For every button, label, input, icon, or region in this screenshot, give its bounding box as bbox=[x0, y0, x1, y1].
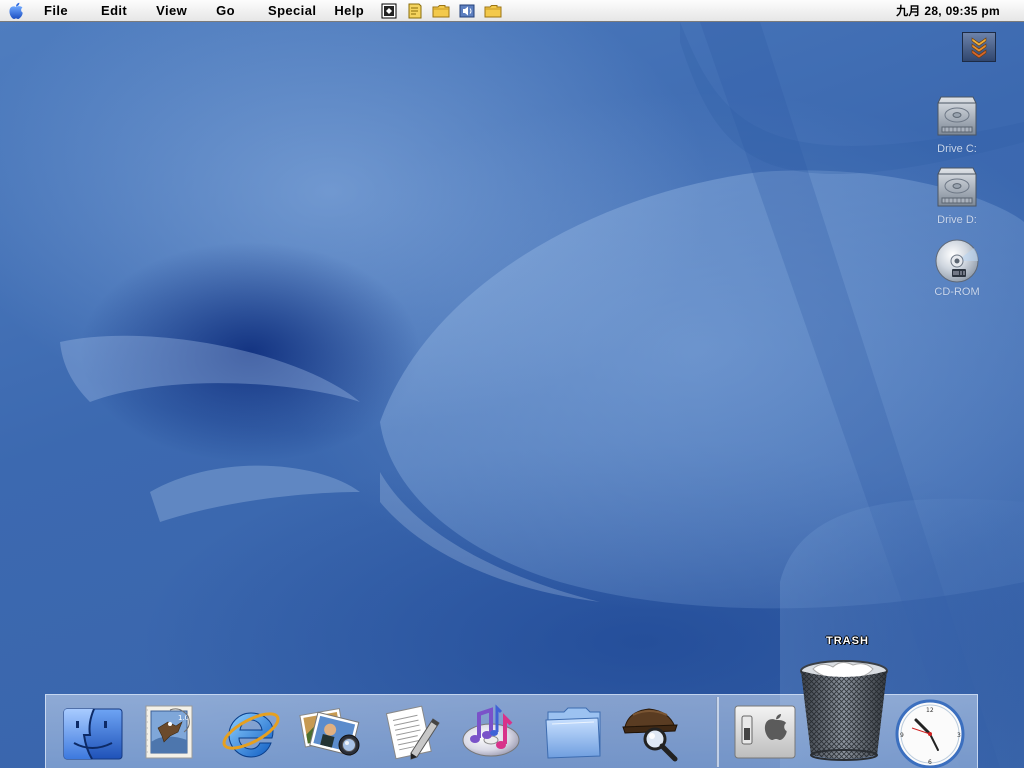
dock-item-itunes[interactable] bbox=[460, 696, 526, 764]
dock-item-internet-explorer[interactable] bbox=[218, 700, 284, 764]
sound-icon[interactable] bbox=[458, 2, 476, 20]
dock-item-text-editor[interactable] bbox=[380, 700, 446, 764]
menu-edit[interactable]: Edit bbox=[101, 0, 127, 22]
menu-clock[interactable]: 九月 28, 09:35 pm bbox=[896, 0, 1000, 22]
menu-help[interactable]: Help bbox=[334, 0, 364, 22]
sherlock-hat-icon bbox=[622, 708, 678, 762]
folder-icon[interactable] bbox=[484, 2, 502, 20]
desktop-icon-label: CD-ROM bbox=[934, 286, 980, 298]
dock-item-sherlock[interactable] bbox=[618, 700, 684, 764]
dock-item-mail[interactable]: 1.0 bbox=[138, 700, 200, 764]
desktop-icon-drive-d[interactable]: Drive D: bbox=[922, 164, 992, 226]
menu-special[interactable]: Special bbox=[268, 0, 316, 22]
hard-drive-icon bbox=[937, 167, 977, 207]
desktop-icon-label: Drive C: bbox=[937, 143, 977, 155]
wallpaper bbox=[60, 22, 1024, 768]
triple-chevron-down-icon bbox=[971, 37, 987, 59]
apple-logo-icon bbox=[9, 2, 23, 19]
menu-app-shortcuts bbox=[380, 2, 502, 20]
dock-divider bbox=[716, 697, 719, 767]
clock-icon: 12 3 6 9 bbox=[895, 699, 965, 768]
music-cd-icon bbox=[462, 704, 520, 757]
collapse-windows-button[interactable] bbox=[962, 32, 996, 62]
desktop-icon-label: Drive D: bbox=[937, 214, 977, 226]
photos-loupe-icon bbox=[299, 707, 360, 756]
dock-item-documents-folder[interactable] bbox=[540, 700, 606, 764]
note-icon[interactable] bbox=[406, 2, 424, 20]
cd-disc-icon bbox=[935, 239, 979, 283]
svg-text:6: 6 bbox=[928, 759, 932, 766]
apple-switch-icon bbox=[734, 705, 796, 759]
desktop[interactable] bbox=[0, 22, 1024, 768]
dock-item-trash[interactable] bbox=[798, 658, 890, 764]
mail-stamp-icon: 1.0 bbox=[145, 705, 193, 759]
finder-icon bbox=[63, 708, 123, 760]
internet-explorer-icon bbox=[222, 712, 280, 758]
dock-item-finder[interactable] bbox=[60, 704, 126, 764]
menu-view[interactable]: View bbox=[156, 0, 187, 22]
svg-text:9: 9 bbox=[900, 732, 904, 739]
folder-icon[interactable] bbox=[432, 2, 450, 20]
dock-item-system-preferences[interactable] bbox=[730, 700, 800, 764]
menu-file[interactable]: File bbox=[44, 0, 68, 22]
hard-drive-icon bbox=[937, 96, 977, 136]
trash-can-icon bbox=[800, 660, 888, 761]
desktop-icon-drive-c[interactable]: Drive C: bbox=[922, 93, 992, 155]
menu-bar: File Edit View Go Special Help 九月 28, 09… bbox=[0, 0, 1024, 22]
svg-text:12: 12 bbox=[926, 707, 934, 714]
folder-icon bbox=[545, 707, 601, 759]
menu-go[interactable]: Go bbox=[216, 0, 235, 22]
dock-item-clock[interactable]: 12 3 6 9 bbox=[892, 698, 968, 768]
dock-item-image-viewer[interactable] bbox=[296, 700, 366, 764]
desktop-icon-cd-rom[interactable]: CD-ROM bbox=[922, 238, 992, 298]
application-switcher-icon[interactable] bbox=[380, 2, 398, 20]
trash-label: TRASH bbox=[826, 635, 869, 647]
svg-text:3: 3 bbox=[957, 732, 961, 739]
apple-menu-button[interactable] bbox=[2, 0, 30, 22]
document-pen-icon bbox=[385, 705, 440, 760]
